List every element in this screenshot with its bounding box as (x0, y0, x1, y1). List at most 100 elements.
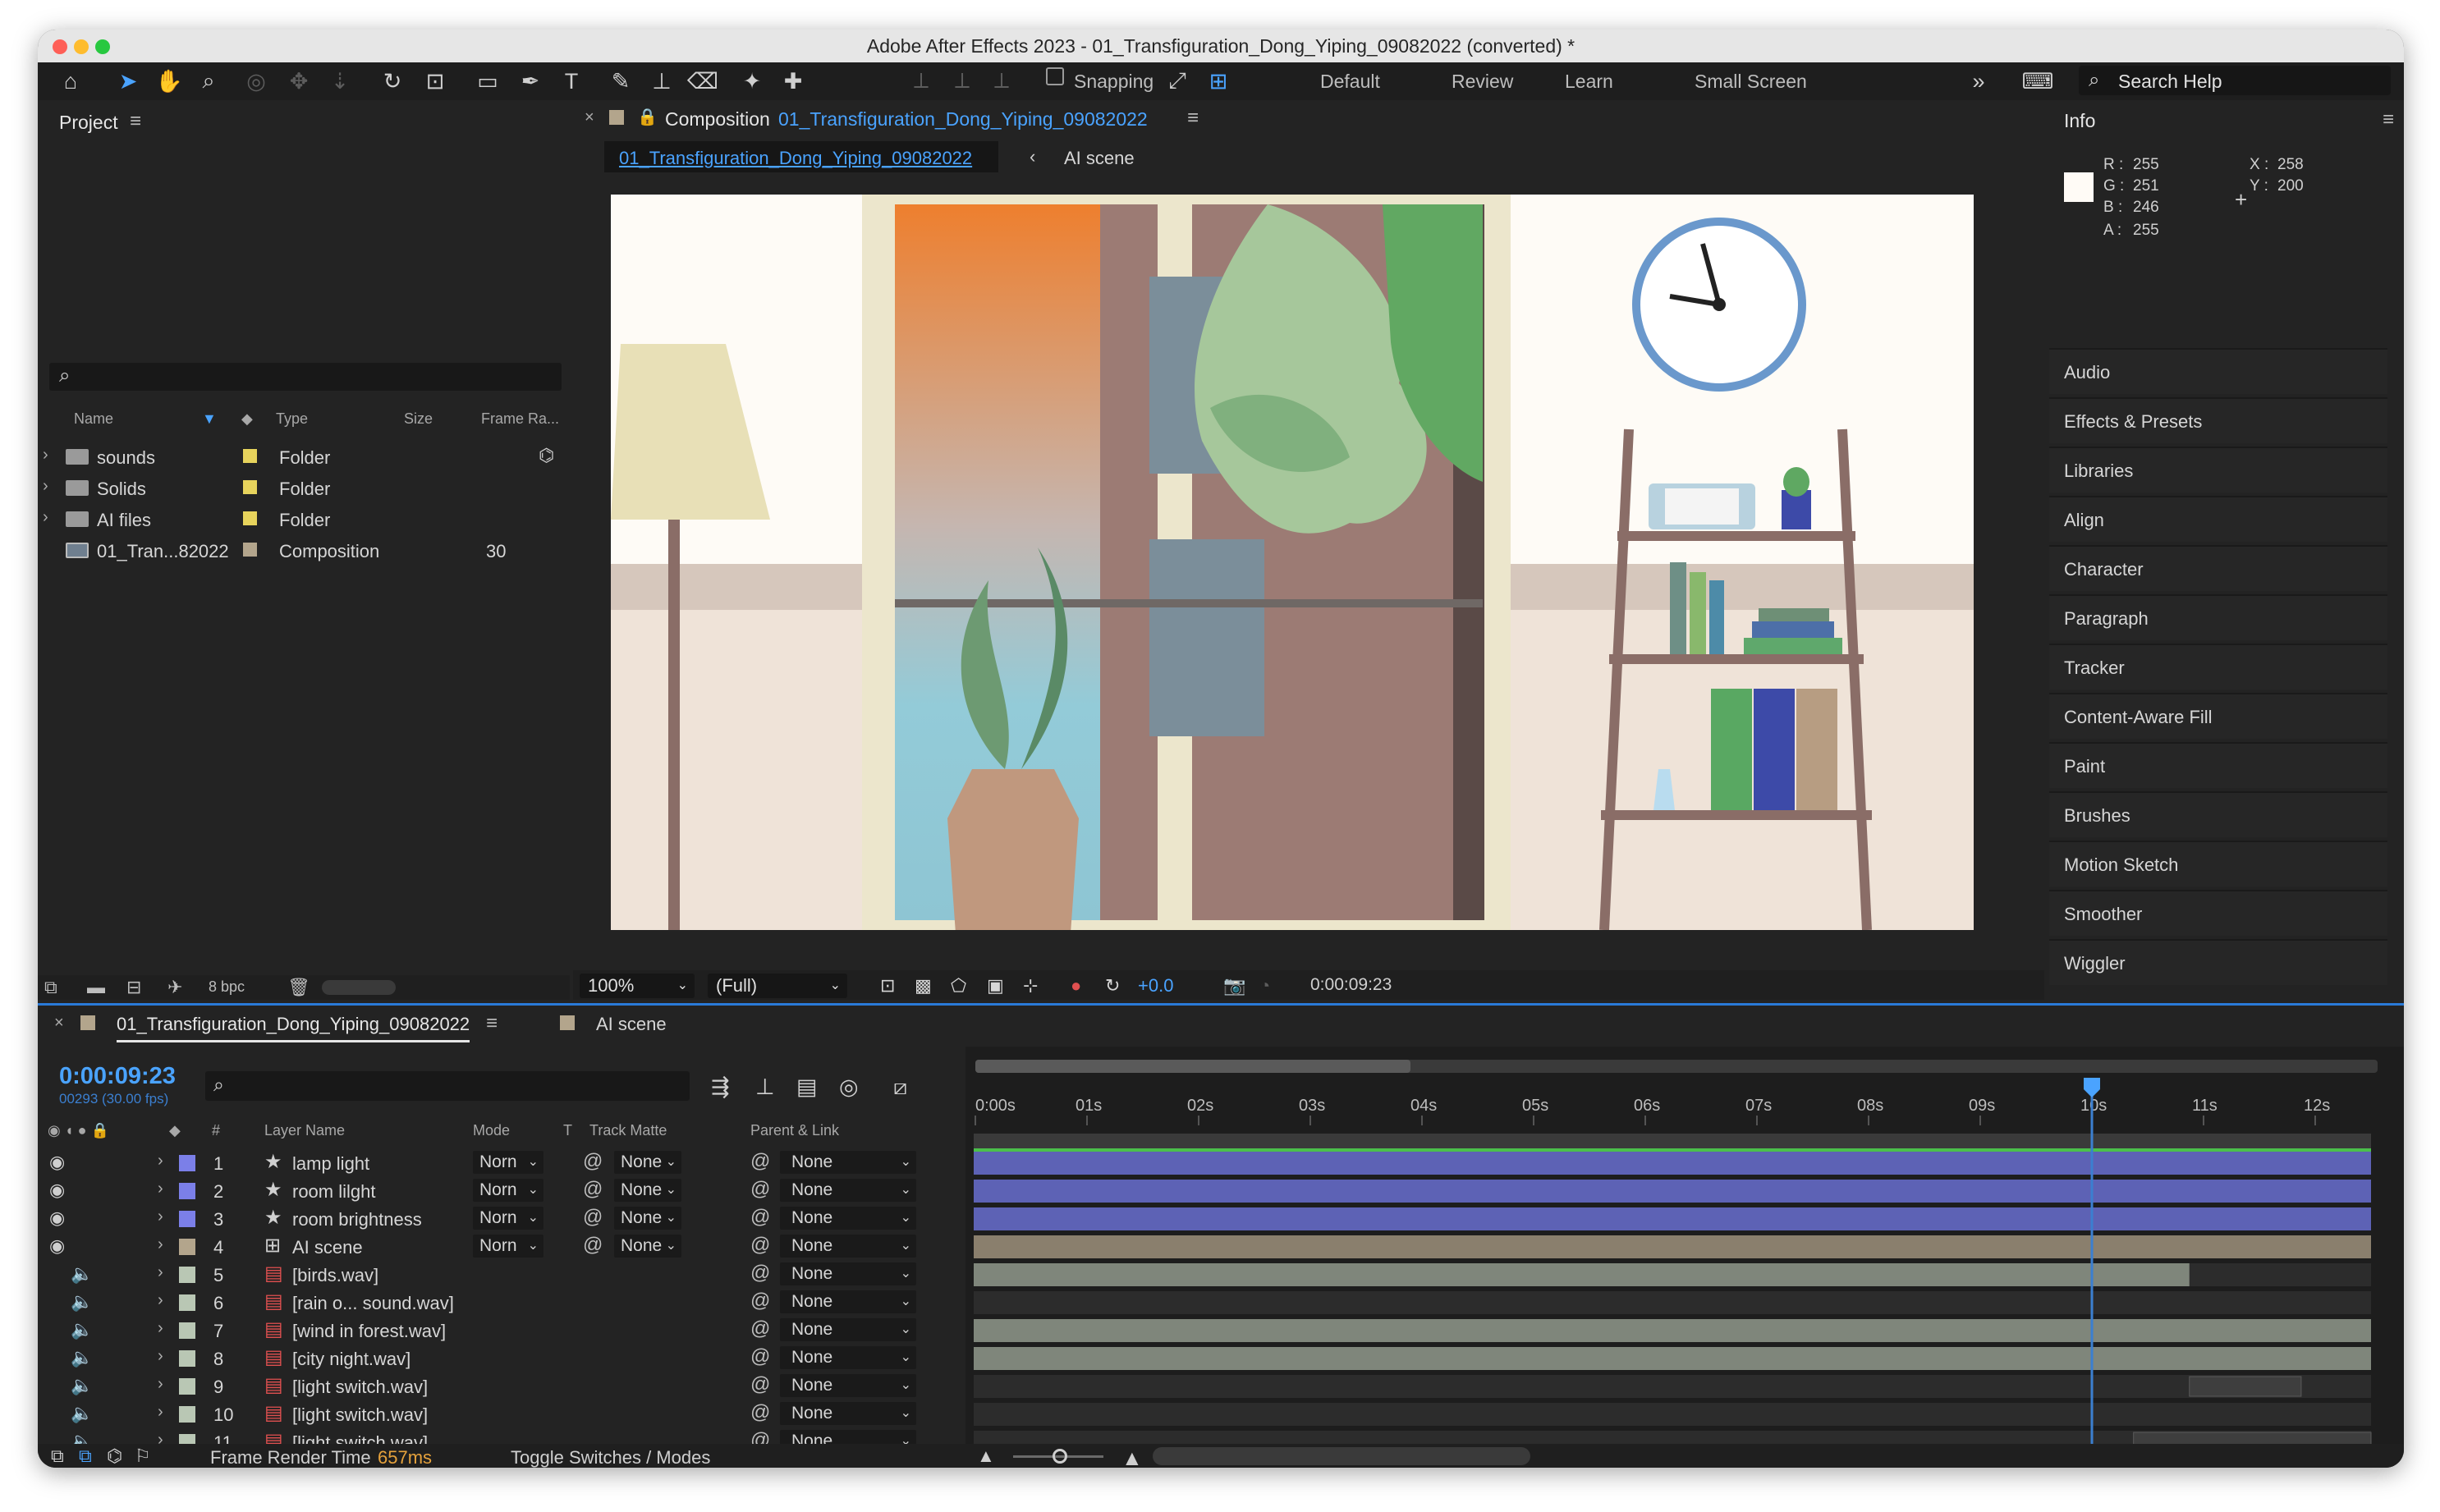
panel-tracker[interactable]: Tracker (2049, 644, 2387, 690)
col-frame-rate[interactable]: Frame Ra... (481, 410, 559, 428)
selection-tool-icon[interactable]: ➤ (113, 67, 143, 95)
panel-effects-presets[interactable]: Effects & Presets (2049, 397, 2387, 443)
track-matte-pickwhip-icon[interactable]: @ (583, 1206, 603, 1229)
color-channel-icon[interactable]: ● (1071, 975, 1081, 997)
panel-content-aware-fill[interactable]: Content-Aware Fill (2049, 693, 2387, 739)
pan-camera-icon[interactable]: ✥ (284, 67, 314, 95)
track-matte-dropdown[interactable]: None ⌄ (614, 1207, 681, 1230)
speaker-icon[interactable]: 🔈 (71, 1319, 93, 1340)
expand-icon[interactable]: › (43, 446, 48, 465)
panel-audio[interactable]: Audio (2049, 348, 2387, 394)
close-tab-icon[interactable]: × (54, 1014, 64, 1033)
project-search-input[interactable]: ⌕ (49, 363, 562, 391)
zoom-out-icon[interactable]: ▲ (977, 1446, 995, 1467)
breadcrumb-next[interactable]: AI scene (1064, 148, 1135, 169)
speaker-icon[interactable]: 🔈 (71, 1375, 93, 1396)
parent-dropdown[interactable]: None ⌄ (780, 1290, 916, 1313)
time-navigator[interactable] (975, 1060, 1410, 1073)
eraser-tool-icon[interactable]: ⌫ (687, 67, 718, 95)
label-color-chip[interactable] (179, 1211, 195, 1227)
track-matte-dropdown[interactable]: None ⌄ (614, 1235, 681, 1258)
label-color-chip[interactable] (179, 1350, 195, 1367)
layer-row[interactable]: ◉ › 1 ★ lamp light Norn ⌄ @ None ⌄ @ None ⌄ (38, 1149, 965, 1177)
clone-stamp-tool-icon[interactable]: ⊥ (647, 67, 677, 95)
parent-pickwhip-icon[interactable]: @ (750, 1290, 770, 1313)
parent-dropdown[interactable]: None ⌄ (780, 1374, 916, 1397)
label-tag-icon[interactable]: ◆ (241, 410, 253, 428)
shy-layers-icon[interactable]: ▤ (796, 1074, 818, 1100)
layer-row[interactable]: 🔈 › 5 ▤ [birds.wav] @ None ⌄ (38, 1261, 965, 1289)
layer-duration-bar[interactable] (974, 1235, 2371, 1258)
interpret-footage-icon[interactable]: ⧉ (44, 977, 57, 998)
exposure-value[interactable]: +0.0 (1138, 975, 1173, 997)
zoom-in-icon[interactable]: ▲ (1121, 1446, 1143, 1468)
parent-dropdown[interactable]: None ⌄ (780, 1179, 916, 1202)
flowchart-icon[interactable]: ⌬ (539, 445, 554, 466)
project-menu-icon[interactable]: ≡ (130, 110, 141, 133)
reset-exposure-icon[interactable]: ↻ (1105, 975, 1120, 997)
panel-paragraph[interactable]: Paragraph (2049, 594, 2387, 640)
layer-row[interactable]: ◉ › 3 ★ room brightness Norn ⌄ @ None ⌄ @ … (38, 1205, 965, 1233)
label-color-chip[interactable] (243, 449, 257, 463)
track-matte-pickwhip-icon[interactable]: @ (583, 1150, 603, 1173)
sort-down-icon[interactable]: ▼ (202, 410, 217, 428)
layer-row[interactable]: 🔈 › 11 ▤ [light switch.wav] @ None ⌄ (38, 1428, 965, 1445)
project-item-composition[interactable]: 01_Tran...82022 Composition 30 (38, 534, 570, 566)
expand-icon[interactable]: › (158, 1235, 163, 1254)
current-time[interactable]: 0:00:09:23 (59, 1063, 176, 1090)
parent-pickwhip-icon[interactable]: @ (750, 1373, 770, 1396)
frame-blending-icon[interactable]: ◎ (839, 1074, 859, 1100)
magnification-dropdown[interactable]: 100% ⌄ (580, 974, 695, 998)
parent-pickwhip-icon[interactable]: @ (750, 1262, 770, 1285)
panel-wiggler[interactable]: Wiggler (2049, 939, 2387, 985)
zoom-slider-knob[interactable] (1053, 1449, 1067, 1464)
pen-tool-icon[interactable]: ✒ (516, 67, 545, 95)
expand-icon[interactable]: › (158, 1291, 163, 1310)
parent-dropdown[interactable]: None ⌄ (780, 1346, 916, 1369)
blend-mode-dropdown[interactable]: Norn ⌄ (473, 1179, 543, 1202)
layer-row[interactable]: ◉ › 2 ★ room lilght Norn ⌄ @ None ⌄ @ None… (38, 1177, 965, 1205)
label-color-chip[interactable] (179, 1267, 195, 1283)
visibility-eye-icon[interactable]: ◉ (49, 1207, 65, 1229)
label-color-chip[interactable] (179, 1294, 195, 1311)
panel-paint[interactable]: Paint (2049, 742, 2387, 788)
parent-pickwhip-icon[interactable]: @ (750, 1317, 770, 1340)
mask-visibility-icon[interactable]: ⬠ (951, 975, 966, 997)
orbit-camera-icon[interactable]: ◎ (241, 67, 271, 95)
label-color-chip[interactable] (243, 511, 257, 525)
layer-switches-icon[interactable]: ⧉ (79, 1446, 92, 1467)
work-area-bar[interactable] (974, 1134, 2371, 1150)
timeline-search-input[interactable]: ⌕ (205, 1071, 690, 1101)
more-workspaces-icon[interactable]: » (1964, 67, 1993, 95)
close-window-button[interactable] (53, 39, 67, 54)
parent-pickwhip-icon[interactable]: @ (750, 1401, 770, 1424)
parent-dropdown[interactable]: None ⌄ (780, 1235, 916, 1258)
pan-behind-tool-icon[interactable]: ⊡ (420, 67, 450, 95)
parent-dropdown[interactable]: None ⌄ (780, 1207, 916, 1230)
col-type[interactable]: Type (276, 410, 308, 428)
visibility-eye-icon[interactable]: ◉ (49, 1180, 65, 1201)
axis-local-icon[interactable]: ⟂ (906, 67, 936, 95)
brush-tool-icon[interactable]: ✎ (606, 67, 635, 95)
expand-icon[interactable]: › (158, 1403, 163, 1422)
speaker-icon[interactable]: 🔈 (71, 1263, 93, 1285)
layer-duration-bar[interactable] (974, 1263, 2190, 1286)
render-queue-icon[interactable]: ✈ (167, 977, 182, 998)
label-color-chip[interactable] (179, 1239, 195, 1255)
timeline-scrollbar[interactable] (1153, 1447, 1530, 1465)
bit-depth-button[interactable]: 8 bpc (209, 978, 245, 996)
parent-pickwhip-icon[interactable]: @ (750, 1206, 770, 1229)
type-tool-icon[interactable]: T (557, 67, 586, 95)
layer-row[interactable]: 🔈 › 10 ▤ [light switch.wav] @ None ⌄ (38, 1400, 965, 1428)
region-of-interest-icon[interactable]: ▣ (987, 975, 1004, 997)
layer-duration-bar[interactable] (974, 1347, 2371, 1370)
new-composition-icon[interactable]: ⊟ (126, 977, 141, 998)
label-color-chip[interactable] (179, 1322, 195, 1339)
track-matte-dropdown[interactable]: None ⌄ (614, 1179, 681, 1202)
workspace-small-screen[interactable]: Small Screen (1695, 62, 1807, 100)
col-name[interactable]: Name (74, 410, 113, 428)
parent-pickwhip-icon[interactable]: @ (750, 1345, 770, 1368)
timeline-menu-icon[interactable]: ≡ (486, 1012, 498, 1035)
layer-duration-bar[interactable] (974, 1180, 2371, 1203)
parent-pickwhip-icon[interactable]: @ (750, 1429, 770, 1445)
